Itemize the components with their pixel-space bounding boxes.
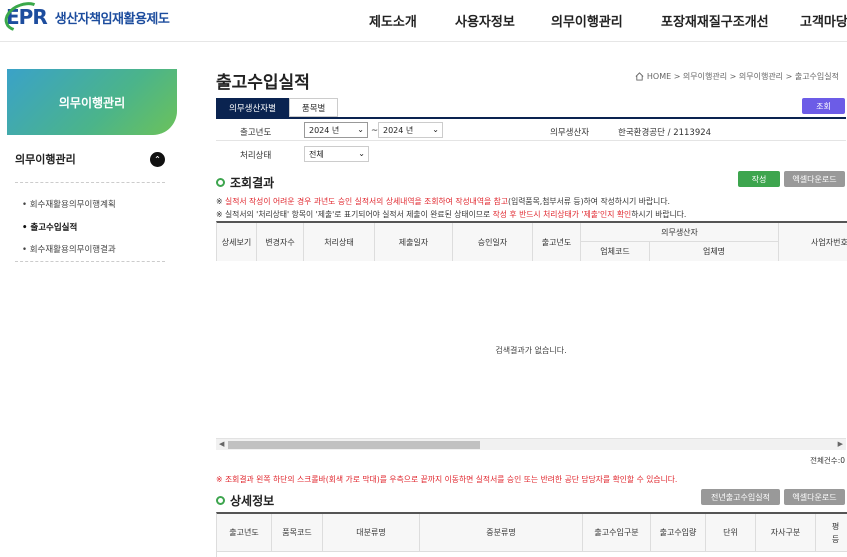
lnb-item-plan[interactable]: • 회수재활용의무이행계획	[22, 198, 116, 210]
prev-year-button[interactable]: 전년출고수입실적	[701, 489, 780, 505]
chevron-down-icon: ⌄	[358, 149, 365, 158]
lnb-section-title: 의무이행관리	[15, 153, 76, 166]
circle-bullet-icon	[216, 178, 225, 187]
scroll-warning: ※ 조회결과 왼쪽 하단의 스크롤바(회색 가로 막대)를 우측으로 끝까지 이…	[216, 475, 678, 484]
search-button[interactable]: 조회	[802, 98, 845, 114]
scroll-right-icon[interactable]: ▶	[838, 440, 843, 448]
col-grade[interactable]: 평 등	[816, 514, 847, 552]
producer-label: 의무생산자	[550, 128, 590, 138]
col-detail-view[interactable]: 상세보기	[217, 223, 257, 261]
lnb-item-result[interactable]: • 회수재활용의무이행결과	[22, 243, 116, 255]
col-item-code[interactable]: 품목코드	[272, 514, 323, 552]
site-header: EPR 생산자책임재활용제도 제도소개 사용자정보 의무이행관리 포장재재질구조…	[0, 0, 847, 42]
search-row-status: 처리상태 전체 ⌄	[216, 142, 846, 163]
nav-item-intro[interactable]: 제도소개	[369, 11, 417, 30]
col-company-code[interactable]: 업체코드	[581, 242, 650, 261]
detail-section-title: 상세정보	[216, 492, 274, 509]
producer-value: 한국환경공단 / 2113924	[618, 128, 712, 138]
nav-item-customer[interactable]: 고객마당	[800, 11, 847, 30]
create-button[interactable]: 작성	[738, 171, 780, 187]
col-approve-date[interactable]: 승인일자	[453, 223, 533, 261]
col-minor-category[interactable]: 중분류명	[420, 514, 583, 552]
lnb-divider	[15, 261, 165, 262]
col-unit[interactable]: 단위	[706, 514, 756, 552]
tab-by-producer[interactable]: 의무생산자별	[216, 98, 289, 117]
circle-bullet-icon	[216, 496, 225, 505]
col-shipment-type[interactable]: 출고수입구분	[583, 514, 651, 552]
col-major-category[interactable]: 대분류명	[323, 514, 420, 552]
excel-download-button[interactable]: 엑셀다운로드	[784, 171, 845, 187]
col-shipment-amount[interactable]: 출고수입량	[651, 514, 706, 552]
col-year[interactable]: 출고년도	[533, 223, 581, 261]
col-change-count[interactable]: 변경자수	[257, 223, 304, 261]
lnb-item-shipment[interactable]: • 출고수입실적	[22, 221, 77, 233]
global-nav: 제도소개 사용자정보 의무이행관리 포장재재질구조개선 고객마당	[0, 11, 847, 31]
detail-table-header: 출고년도 품목코드 대분류명 중분류명 출고수입구분 출고수입량 단위 자사구분…	[216, 512, 847, 557]
scroll-left-icon[interactable]: ◀	[219, 440, 224, 448]
year-from-select[interactable]: 2024 년 ⌄	[304, 122, 368, 138]
col-business-number[interactable]: 사업자번호	[779, 223, 847, 261]
nav-item-packaging[interactable]: 포장재재질구조개선	[661, 11, 769, 30]
status-label: 처리상태	[240, 151, 272, 161]
collapse-icon[interactable]: ⌃	[150, 151, 165, 167]
result-note-1: ※ 실적서 작성이 어려운 경우 과년도 승인 실적서의 상세내역을 조회하여 …	[216, 197, 670, 206]
year-label: 출고년도	[240, 128, 272, 138]
col-year[interactable]: 출고년도	[217, 514, 272, 552]
status-select[interactable]: 전체 ⌄	[304, 146, 369, 162]
total-count: 전체건수:0	[810, 456, 845, 465]
empty-result-message: 검색결과가 없습니다.	[495, 346, 567, 355]
detail-excel-download-button[interactable]: 엑셀다운로드	[784, 489, 845, 505]
lnb-banner: 의무이행관리	[7, 69, 177, 135]
horizontal-scrollbar[interactable]: ◀ ▶	[216, 438, 846, 450]
search-row-year: 출고년도 2024 년 ⌄ ~ 2024 년 ⌄ 의무생산자 한국환경공단 / 21…	[216, 120, 846, 141]
lnb-divider	[15, 182, 165, 183]
tab-by-item[interactable]: 품목별	[288, 98, 339, 117]
result-table-header: 상세보기 변경자수 처리상태 제출일자 승인일자 출고년도 의무생산자 업체코드…	[216, 221, 847, 261]
col-status[interactable]: 처리상태	[304, 223, 375, 261]
col-submit-date[interactable]: 제출일자	[375, 223, 453, 261]
nav-item-user-info[interactable]: 사용자정보	[455, 11, 515, 30]
nav-item-obligation[interactable]: 의무이행관리	[551, 11, 623, 30]
chevron-down-icon: ⌄	[357, 125, 364, 134]
chevron-down-icon: ⌄	[432, 125, 439, 134]
tab-underline	[216, 117, 846, 119]
lnb-section-header[interactable]: 의무이행관리 ⌃	[15, 150, 165, 168]
home-icon[interactable]	[635, 72, 644, 81]
year-to-select[interactable]: 2024 년 ⌄	[378, 122, 443, 138]
scrollbar-thumb[interactable]	[228, 441, 480, 449]
result-section-title: 조회결과	[216, 174, 274, 191]
page-title: 출고수입실적	[216, 73, 310, 93]
col-company-name[interactable]: 업체명	[650, 242, 779, 261]
result-note-2: ※ 실적서의 '처리상태' 항목이 '제출'로 표기되어야 실적서 제출이 완료…	[216, 210, 687, 219]
col-producer-group: 의무생산자	[581, 223, 779, 242]
view-tabs: 의무생산자별 품목별	[216, 98, 339, 117]
col-own-type[interactable]: 자사구분	[756, 514, 816, 552]
breadcrumb: HOME > 의무이행관리 > 의무이행관리 > 출고수입실적	[635, 71, 839, 82]
breadcrumb-text: HOME > 의무이행관리 > 의무이행관리 > 출고수입실적	[646, 72, 839, 81]
